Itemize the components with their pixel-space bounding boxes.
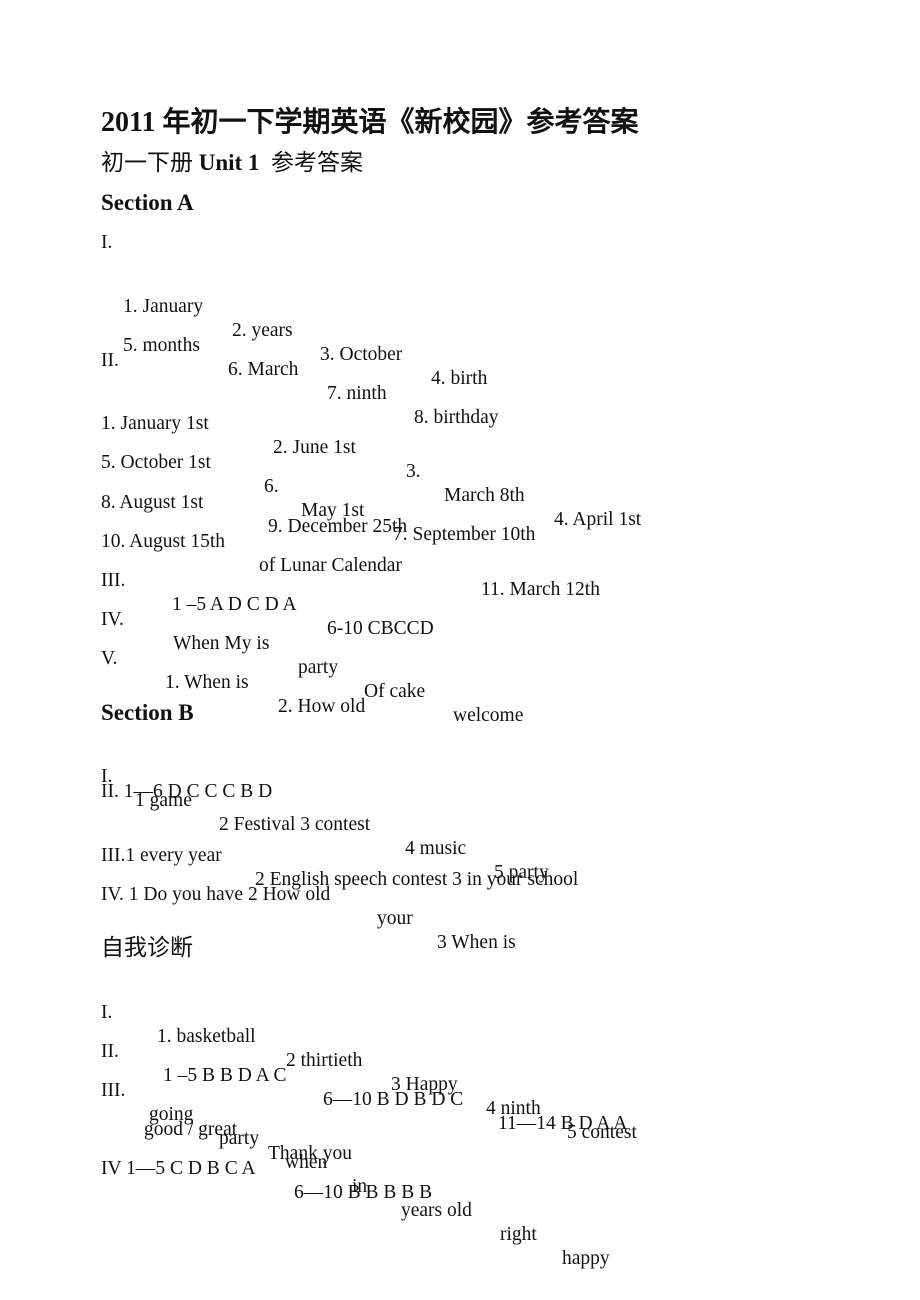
- subtitle-prefix: 初一下册: [101, 150, 199, 175]
- section-b-part2: II. 1—6 D C C C B D: [101, 781, 273, 802]
- answer-item: 6. March: [228, 359, 299, 380]
- section-a-heading: Section A: [101, 190, 194, 215]
- answer-item: your: [377, 908, 413, 929]
- document-title: 2011 年初一下学期英语《新校园》参考答案: [101, 107, 639, 138]
- answer-item: 3 When is: [437, 932, 516, 953]
- answer-item: 1. When is: [165, 672, 249, 693]
- answer-item: IV. 1 Do you have 2 How old: [101, 884, 331, 905]
- answer-item: IV 1—5 C D B C A: [101, 1158, 256, 1179]
- answer-item: 6—10 B B B B B: [294, 1182, 433, 1203]
- section-a-part1-label: I.: [101, 232, 113, 253]
- self-diagnosis-part4: IV 1—5 C D B C A 6—10 B B B B B: [0, 1133, 920, 1205]
- answer-item: 5. months: [123, 335, 200, 356]
- section-b-heading: Section B: [101, 700, 194, 725]
- section-a-part2-label: II.: [101, 350, 119, 371]
- part-label: V.: [101, 648, 118, 669]
- self-diagnosis-heading: 自我诊断: [101, 935, 193, 960]
- answer-item: right: [500, 1224, 537, 1245]
- answer-item: happy: [562, 1248, 610, 1269]
- document-subtitle: 初一下册 Unit 1 参考答案: [101, 148, 363, 178]
- subtitle-unit: Unit 1: [198, 150, 260, 175]
- answer-item: 2. How old: [278, 696, 366, 717]
- subtitle-suffix: 参考答案: [259, 150, 363, 175]
